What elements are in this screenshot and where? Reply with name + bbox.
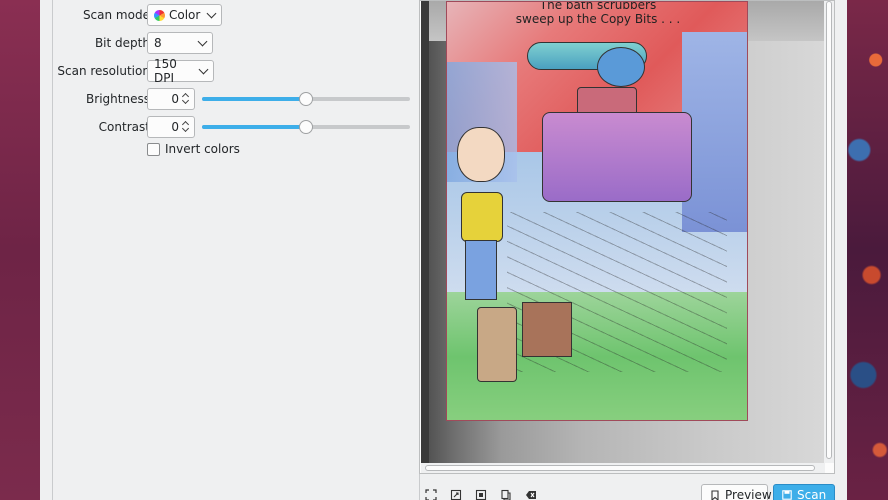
- scan-mode-value: Color: [169, 8, 201, 22]
- scan-button[interactable]: Scan: [773, 484, 835, 500]
- scanned-page-image: The bath scrubbers sweep up the Copy Bit…: [446, 1, 748, 421]
- scan-button-label: Scan: [797, 488, 827, 500]
- brightness-slider[interactable]: [202, 92, 410, 106]
- zoom-fit-icon[interactable]: [450, 489, 462, 500]
- color-wheel-icon: [154, 9, 165, 21]
- resolution-select[interactable]: 150 DPI: [147, 57, 214, 85]
- scan-mode-select[interactable]: Color: [147, 4, 222, 26]
- contrast-row: Contrast: 0: [53, 116, 421, 138]
- contrast-slider[interactable]: [202, 120, 410, 134]
- contrast-label: Contrast:: [98, 120, 154, 134]
- contrast-value: 0: [171, 120, 179, 134]
- slider-handle[interactable]: [299, 120, 313, 134]
- chevron-down-icon: [198, 64, 209, 74]
- resolution-value: 150 DPI: [154, 57, 177, 85]
- brightness-spinbox[interactable]: 0: [147, 88, 195, 110]
- preview-button-label: Preview: [725, 488, 772, 500]
- horizontal-scrollbar[interactable]: [421, 463, 825, 473]
- desktop-wallpaper-left: [0, 0, 40, 500]
- brightness-row: Brightness: 0: [53, 88, 421, 110]
- save-icon: [782, 490, 792, 500]
- scan-mode-label: Scan mode:: [82, 8, 154, 22]
- preview-area[interactable]: The bath scrubbers sweep up the Copy Bit…: [419, 0, 835, 474]
- invert-colors-label: Invert colors: [165, 142, 240, 156]
- page-caption: The bath scrubbers sweep up the Copy Bit…: [515, 1, 681, 26]
- bookmark-icon: [710, 489, 720, 500]
- slider-handle[interactable]: [299, 92, 313, 106]
- invert-colors-checkbox[interactable]: Invert colors: [147, 142, 240, 156]
- select-all-icon[interactable]: [425, 489, 437, 500]
- bit-depth-value: 8: [154, 36, 162, 50]
- scan-settings-panel: Scan mode: Color Bit depth: 8 Scan resol…: [52, 0, 420, 500]
- clear-selection-icon[interactable]: [525, 489, 537, 500]
- bit-depth-label: Bit depth:: [94, 36, 154, 50]
- brightness-value: 0: [171, 92, 179, 106]
- chevron-down-icon: [206, 8, 217, 18]
- scanner-window: Scan mode: Color Bit depth: 8 Scan resol…: [40, 0, 847, 500]
- resolution-label: Scan resolution:: [57, 64, 154, 78]
- preview-button[interactable]: Preview: [701, 484, 772, 500]
- brightness-label: Brightness:: [86, 92, 154, 106]
- desktop-wallpaper-right: [847, 0, 888, 500]
- spin-arrows-icon[interactable]: [181, 91, 191, 107]
- bit-depth-row: Bit depth: 8: [53, 32, 421, 54]
- chevron-down-icon: [197, 36, 208, 46]
- checkbox-box[interactable]: [147, 142, 160, 156]
- copy-selection-icon[interactable]: [500, 489, 512, 500]
- vertical-scrollbar[interactable]: [824, 1, 834, 463]
- contrast-spinbox[interactable]: 0: [147, 116, 195, 138]
- spin-arrows-icon[interactable]: [181, 119, 191, 135]
- zoom-selection-icon[interactable]: [475, 489, 487, 500]
- bit-depth-select[interactable]: 8: [147, 32, 213, 54]
- resolution-row: Scan resolution: 150 DPI: [53, 57, 421, 85]
- preview-viewport[interactable]: The bath scrubbers sweep up the Copy Bit…: [421, 1, 825, 463]
- scan-mode-row: Scan mode: Color: [53, 4, 421, 26]
